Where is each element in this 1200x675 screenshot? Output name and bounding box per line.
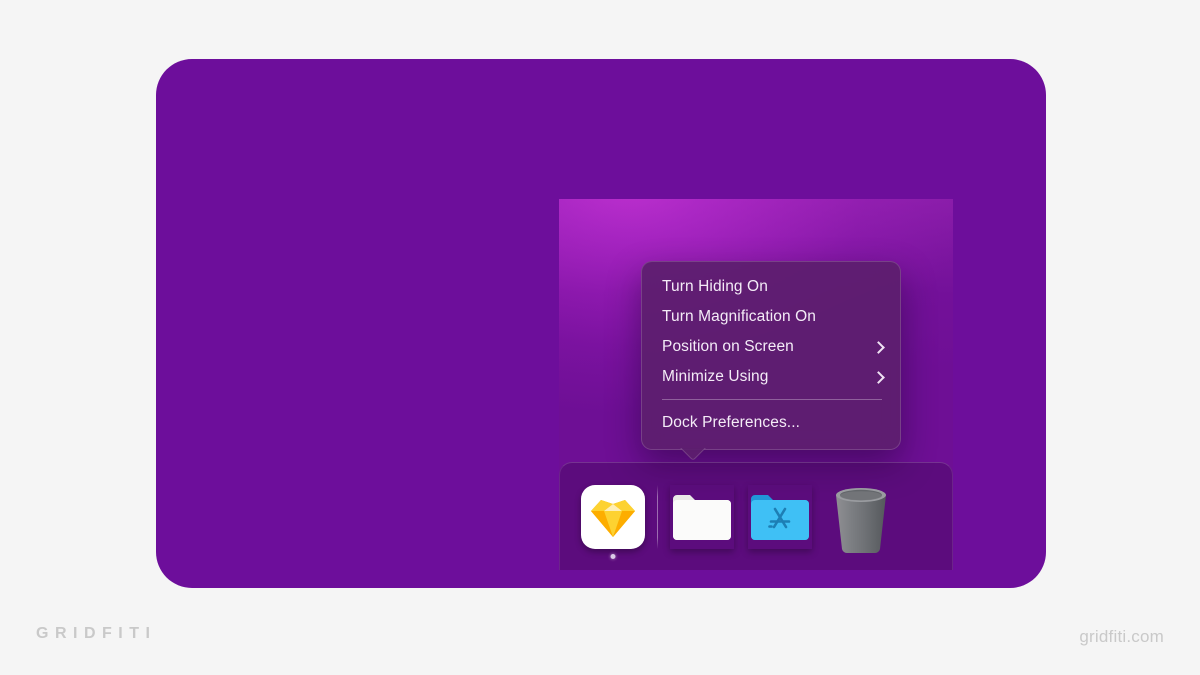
- folder-icon: [670, 485, 734, 549]
- footer-website-url[interactable]: gridfiti.com: [1079, 627, 1164, 647]
- menu-separator: [662, 399, 882, 400]
- menu-item-turn-magnification-on[interactable]: Turn Magnification On: [642, 302, 900, 332]
- page-canvas: Turn Hiding On Turn Magnification On Pos…: [0, 0, 1200, 675]
- menu-item-label: Turn Magnification On: [662, 308, 817, 325]
- dock-items-container: [560, 463, 952, 570]
- menu-item-dock-preferences[interactable]: Dock Preferences...: [642, 408, 900, 438]
- menu-pointer-tail: [678, 448, 708, 462]
- app-running-indicator: [610, 553, 616, 559]
- dock-separator: [657, 484, 658, 549]
- macos-screenshot: Turn Hiding On Turn Magnification On Pos…: [559, 199, 953, 570]
- trash-icon: [828, 485, 892, 553]
- menu-item-label: Minimize Using: [662, 368, 769, 385]
- app-store-folder-icon: [748, 485, 812, 549]
- sketch-diamond-glyph: [591, 499, 635, 537]
- dock-item-sketch[interactable]: [574, 467, 652, 567]
- app-store-folder-glyph: [751, 494, 809, 540]
- trash-can-glyph: [836, 487, 886, 553]
- chevron-right-icon: [872, 340, 885, 354]
- dock-context-menu[interactable]: Turn Hiding On Turn Magnification On Pos…: [641, 261, 901, 450]
- menu-item-position-on-screen[interactable]: Position on Screen: [642, 332, 900, 362]
- menu-item-label: Turn Hiding On: [662, 278, 768, 295]
- dock-item-folder[interactable]: [663, 467, 741, 567]
- dock-item-trash[interactable]: [819, 467, 901, 567]
- menu-item-label: Position on Screen: [662, 338, 794, 355]
- dock-item-app-store[interactable]: [741, 467, 819, 567]
- folder-glyph: [673, 494, 731, 540]
- chevron-right-icon: [872, 370, 885, 384]
- menu-item-minimize-using[interactable]: Minimize Using: [642, 362, 900, 392]
- menu-item-label: Dock Preferences...: [662, 414, 801, 431]
- footer-brand-wordmark: GRIDFITI: [36, 625, 157, 642]
- purple-background-card: Turn Hiding On Turn Magnification On Pos…: [156, 59, 1046, 588]
- macos-dock: [559, 462, 953, 570]
- menu-item-turn-hiding-on[interactable]: Turn Hiding On: [642, 272, 900, 302]
- sketch-icon: [581, 484, 645, 549]
